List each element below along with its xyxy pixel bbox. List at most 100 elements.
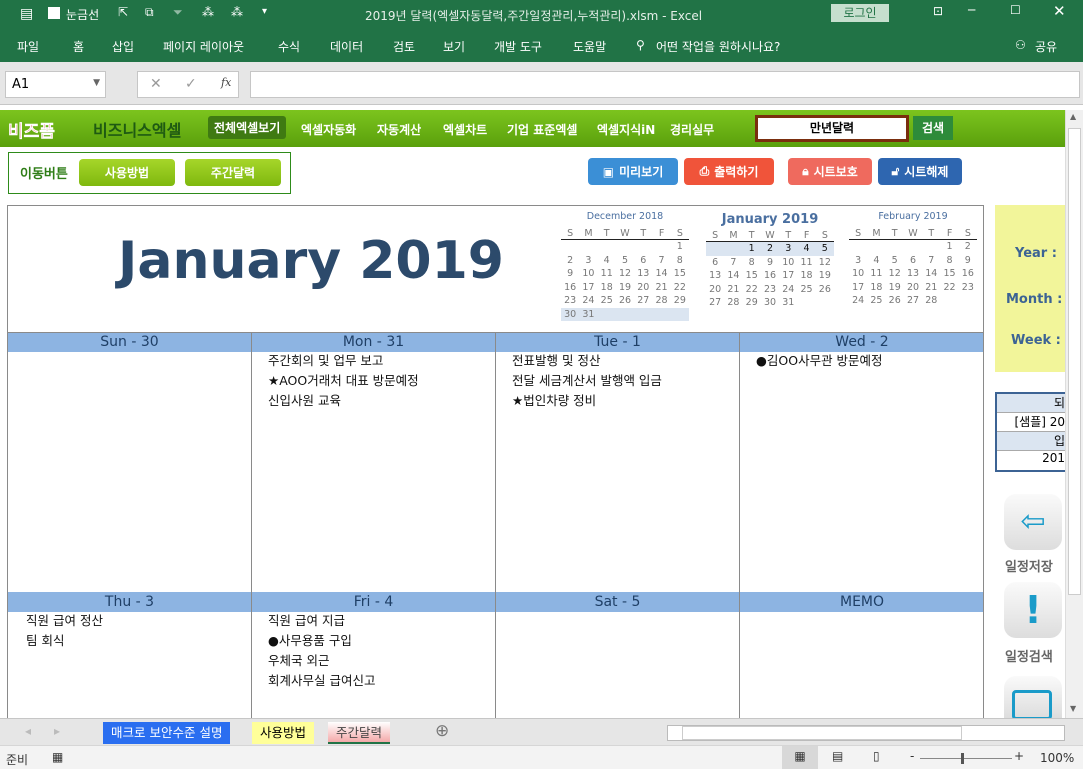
- event-item[interactable]: 신입사원 교육: [268, 391, 341, 411]
- mini-day[interactable]: 1: [743, 243, 761, 254]
- mini-day[interactable]: 27: [904, 295, 922, 306]
- mini-day[interactable]: 14: [724, 270, 742, 281]
- mini-day[interactable]: 25: [797, 284, 815, 295]
- mini-day[interactable]: 12: [886, 268, 904, 279]
- mini-day[interactable]: 16: [761, 270, 779, 281]
- mini-day[interactable]: 4: [797, 243, 815, 254]
- mini-day[interactable]: 5: [616, 255, 634, 266]
- minimize-button[interactable]: ─: [968, 3, 975, 17]
- mini-day[interactable]: 9: [761, 257, 779, 268]
- mini-day[interactable]: 28: [724, 297, 742, 308]
- tab-home[interactable]: 홈: [73, 38, 84, 55]
- tab-developer[interactable]: 개발 도구: [494, 38, 542, 55]
- tab-data[interactable]: 데이터: [330, 38, 363, 55]
- form-icon[interactable]: ▤: [20, 6, 33, 22]
- page-layout-view-icon[interactable]: ▤: [832, 749, 843, 763]
- nav-corporate-excel[interactable]: 기업 표준엑셀: [507, 121, 577, 138]
- zoom-out-icon[interactable]: -: [910, 749, 914, 763]
- save-schedule-icon[interactable]: ⇦: [1004, 494, 1062, 550]
- mini-day[interactable]: 6: [634, 255, 652, 266]
- event-item[interactable]: ●김OO사무관 방문예정: [756, 351, 883, 371]
- mini-day[interactable]: 15: [940, 268, 958, 279]
- login-button[interactable]: 로그인: [831, 4, 889, 22]
- mini-day[interactable]: 20: [904, 282, 922, 293]
- mini-day[interactable]: 2: [561, 255, 579, 266]
- mini-day[interactable]: 21: [724, 284, 742, 295]
- mini-day[interactable]: 14: [922, 268, 940, 279]
- macro-record-icon[interactable]: ▦: [52, 750, 63, 764]
- mini-day[interactable]: 1: [940, 241, 958, 252]
- mini-day[interactable]: 13: [706, 270, 724, 281]
- insert-function-icon[interactable]: fx: [221, 76, 231, 89]
- bizforms-logo[interactable]: 비즈폼: [8, 117, 55, 143]
- mini-day[interactable]: 26: [816, 284, 834, 295]
- close-button[interactable]: ✕: [1053, 2, 1066, 20]
- cancel-icon[interactable]: ✕: [150, 76, 162, 92]
- banner-search-input[interactable]: 만년달력: [755, 115, 909, 142]
- mini-day[interactable]: 11: [867, 268, 885, 279]
- mini-day[interactable]: 19: [816, 270, 834, 281]
- name-box[interactable]: A1 ▼: [5, 71, 106, 98]
- mini-day[interactable]: 21: [922, 282, 940, 293]
- mini-day[interactable]: 27: [634, 295, 652, 306]
- mini-day[interactable]: 12: [616, 268, 634, 279]
- filter-icon[interactable]: ⏷: [173, 5, 183, 20]
- mini-day[interactable]: 29: [671, 295, 689, 306]
- mini-day[interactable]: 7: [724, 257, 742, 268]
- mini-day[interactable]: 17: [779, 270, 797, 281]
- mini-day[interactable]: 13: [634, 268, 652, 279]
- mini-day[interactable]: 24: [579, 295, 597, 306]
- sheet-tab-weekly[interactable]: 주간달력: [328, 722, 391, 744]
- mini-day[interactable]: 15: [671, 268, 689, 279]
- weekly-calendar-button[interactable]: 주간달력: [185, 159, 281, 186]
- folder-icon[interactable]: [1004, 676, 1062, 718]
- event-item[interactable]: 직원 급여 정산: [26, 611, 103, 631]
- mini-day[interactable]: 20: [706, 284, 724, 295]
- mini-day[interactable]: 3: [849, 255, 867, 266]
- maximize-button[interactable]: ☐: [1010, 3, 1021, 17]
- mini-day[interactable]: 10: [849, 268, 867, 279]
- org-chart-icon-2[interactable]: ⁂: [231, 5, 243, 19]
- mini-day[interactable]: 6: [706, 257, 724, 268]
- tab-file[interactable]: 파일: [17, 38, 39, 55]
- mini-day[interactable]: 22: [743, 284, 761, 295]
- event-item[interactable]: 전달 세금계산서 발행액 입금: [512, 371, 662, 391]
- mini-day[interactable]: 9: [561, 268, 579, 279]
- hscroll-thumb[interactable]: [682, 726, 962, 740]
- mini-day[interactable]: 22: [671, 282, 689, 293]
- mini-day[interactable]: 8: [743, 257, 761, 268]
- mini-day[interactable]: 12: [816, 257, 834, 268]
- event-item[interactable]: 팀 회식: [26, 631, 64, 651]
- event-item[interactable]: ★AOO거래처 대표 방문예정: [268, 371, 419, 391]
- zoom-slider[interactable]: [920, 753, 1012, 764]
- search-schedule-icon[interactable]: !: [1004, 582, 1062, 638]
- mini-day[interactable]: 28: [652, 295, 670, 306]
- mini-day[interactable]: 30: [561, 309, 579, 320]
- banner-search-button[interactable]: 검색: [913, 116, 953, 140]
- formula-input[interactable]: [250, 71, 1080, 98]
- event-item[interactable]: 직원 급여 지급: [268, 611, 345, 631]
- mini-day[interactable]: 31: [579, 309, 597, 320]
- mini-day[interactable]: 4: [867, 255, 885, 266]
- mini-day[interactable]: 16: [561, 282, 579, 293]
- mini-day[interactable]: 5: [816, 243, 834, 254]
- usage-button[interactable]: 사용방법: [79, 159, 175, 186]
- tab-page-layout[interactable]: 페이지 레이아웃: [163, 38, 244, 55]
- enter-icon[interactable]: ✓: [185, 76, 197, 92]
- event-item[interactable]: ★법인차량 정비: [512, 391, 596, 411]
- mini-day[interactable]: 3: [579, 255, 597, 266]
- mini-day[interactable]: 3: [779, 243, 797, 254]
- nav-excel-chart[interactable]: 엑셀차트: [443, 121, 487, 138]
- tab-review[interactable]: 검토: [393, 38, 415, 55]
- mini-day[interactable]: 18: [797, 270, 815, 281]
- mini-day[interactable]: 10: [579, 268, 597, 279]
- sheet-tab-usage[interactable]: 사용방법: [252, 722, 315, 744]
- mini-day[interactable]: 2: [761, 243, 779, 254]
- mini-day[interactable]: 15: [743, 270, 761, 281]
- mini-day[interactable]: 8: [940, 255, 958, 266]
- mini-day[interactable]: 7: [652, 255, 670, 266]
- mini-day[interactable]: 29: [743, 297, 761, 308]
- gridlines-checkbox[interactable]: [48, 7, 60, 19]
- object-icon[interactable]: ⧉: [145, 5, 154, 20]
- mini-day[interactable]: 16: [959, 268, 977, 279]
